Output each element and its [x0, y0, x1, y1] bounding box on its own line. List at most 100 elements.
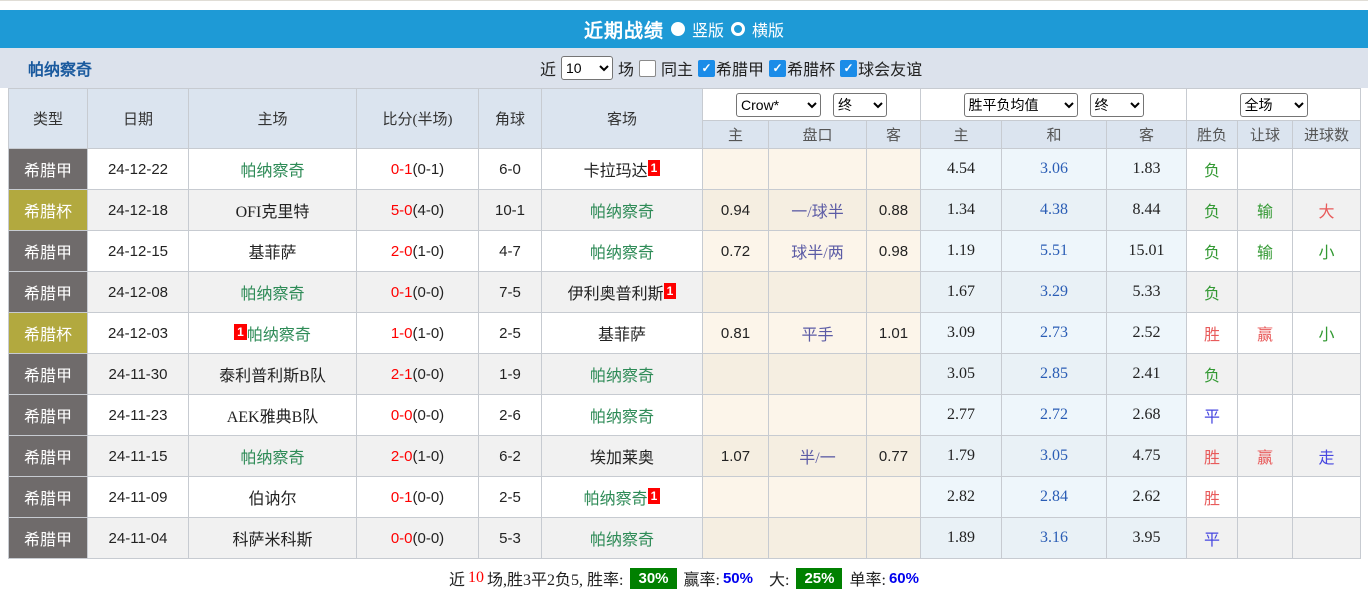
score-cell: 2-0(1-0) — [357, 436, 479, 477]
team-name[interactable]: 帕纳察奇 — [590, 368, 654, 385]
vertical-layout-label[interactable]: 竖版 — [692, 17, 724, 41]
table-row: 希腊甲24-12-22帕纳察奇0-1(0-1)6-0卡拉玛达14.543.061… — [9, 149, 1361, 190]
avg-away-odds-cell: 1.83 — [1107, 149, 1187, 190]
horizontal-layout-radio[interactable] — [731, 22, 745, 36]
goals-result-cell — [1293, 149, 1361, 190]
handicap-cell: 半/一 — [769, 436, 867, 477]
avg-home-odds-cell: 2.77 — [921, 395, 1002, 436]
crow-home-odds-cell — [703, 477, 769, 518]
team-name[interactable]: 帕纳察奇 — [240, 286, 304, 303]
league-filter-label: 希腊甲 — [716, 56, 764, 80]
league-checkbox[interactable]: ✓ — [840, 60, 857, 77]
league-checkbox[interactable]: ✓ — [769, 60, 786, 77]
team-name[interactable]: AEK雅典B队 — [227, 409, 319, 426]
league-cell: 希腊甲 — [9, 231, 88, 272]
score-cell: 2-0(1-0) — [357, 231, 479, 272]
corner-cell: 7-5 — [479, 272, 542, 313]
score-cell: 2-1(0-0) — [357, 354, 479, 395]
goals-result-cell: 大 — [1293, 190, 1361, 231]
handicap-result-cell — [1238, 477, 1293, 518]
matches-label: 场 — [618, 56, 634, 80]
header-corner: 角球 — [479, 89, 542, 149]
league-filter-label: 球会友谊 — [858, 56, 922, 80]
team-name[interactable]: OFI克里特 — [236, 204, 310, 221]
team-name[interactable]: 伯讷尔 — [248, 491, 296, 508]
avg-away-odds-cell: 2.52 — [1107, 313, 1187, 354]
team-name[interactable]: 帕纳察奇 — [584, 491, 648, 508]
team-name[interactable]: 帕纳察奇 — [590, 532, 654, 549]
goals-result-cell — [1293, 272, 1361, 313]
date-cell: 24-11-15 — [88, 436, 189, 477]
recent-count-select[interactable]: 10 — [561, 56, 613, 80]
team-name[interactable]: 伊利奥普利斯 — [568, 286, 664, 303]
team-name[interactable]: 卡拉玛达 — [584, 163, 648, 180]
table-row: 希腊甲24-11-15帕纳察奇2-0(1-0)6-2埃加莱奥1.07半/一0.7… — [9, 436, 1361, 477]
scope-select[interactable]: 全场 — [1240, 93, 1308, 117]
league-cell: 希腊甲 — [9, 518, 88, 559]
handicap-result-cell — [1238, 518, 1293, 559]
handicap-cell — [769, 477, 867, 518]
filter-controls: 近 10 场 同主 ✓希腊甲✓希腊杯✓球会友谊 — [540, 56, 922, 80]
crow-away-odds-cell — [867, 395, 921, 436]
handicap-result-cell — [1238, 354, 1293, 395]
filter-bar: 帕纳察奇 近 10 场 同主 ✓希腊甲✓希腊杯✓球会友谊 — [0, 48, 1368, 88]
avg-draw-odds-cell: 3.05 — [1002, 436, 1107, 477]
header-score: 比分(半场) — [357, 89, 479, 149]
avg-away-odds-cell: 3.95 — [1107, 518, 1187, 559]
avg-time-select[interactable]: 终 — [1090, 93, 1144, 117]
recent-results-panel: 近期战绩 竖版 横版 帕纳察奇 近 10 场 同主 ✓希腊甲✓希腊杯✓球会友谊 … — [0, 0, 1368, 596]
avg-home-odds-cell: 1.34 — [921, 190, 1002, 231]
handicap-cell — [769, 354, 867, 395]
odds-time-select[interactable]: 终 — [833, 93, 887, 117]
home-team-cell: 科萨米科斯 — [189, 518, 357, 559]
odd-rate-label: 单率: — [849, 566, 885, 590]
team-name[interactable]: 泰利普利斯B队 — [219, 368, 326, 385]
handicap-result-cell — [1238, 395, 1293, 436]
crow-home-odds-cell: 0.72 — [703, 231, 769, 272]
corner-cell: 6-0 — [479, 149, 542, 190]
away-team-cell: 基菲萨 — [542, 313, 703, 354]
home-team-cell: OFI克里特 — [189, 190, 357, 231]
date-cell: 24-11-23 — [88, 395, 189, 436]
team-name[interactable]: 帕纳察奇 — [590, 204, 654, 221]
handicap-result-cell — [1238, 272, 1293, 313]
subheader-avg-draw: 和 — [1002, 121, 1107, 149]
team-name[interactable]: 帕纳察奇 — [590, 409, 654, 426]
vertical-layout-radio[interactable] — [671, 22, 685, 36]
odds-source-select[interactable]: Crow* — [736, 93, 821, 117]
league-checkbox[interactable]: ✓ — [698, 60, 715, 77]
score-cell: 0-0(0-0) — [357, 518, 479, 559]
team-name[interactable]: 科萨米科斯 — [232, 532, 312, 549]
team-name[interactable]: 帕纳察奇 — [590, 245, 654, 262]
handicap-result-cell: 赢 — [1238, 436, 1293, 477]
team-name[interactable]: 帕纳察奇 — [240, 450, 304, 467]
home-team-cell: 泰利普利斯B队 — [189, 354, 357, 395]
away-team-cell: 帕纳察奇1 — [542, 477, 703, 518]
team-name[interactable]: 帕纳察奇 — [247, 327, 311, 344]
avg-draw-odds-cell: 3.06 — [1002, 149, 1107, 190]
team-name[interactable]: 基菲萨 — [598, 327, 646, 344]
avg-odds-select[interactable]: 胜平负均值 — [964, 93, 1078, 117]
subheader-crow-home: 主 — [703, 121, 769, 149]
crow-home-odds-cell — [703, 272, 769, 313]
avg-home-odds-cell: 2.82 — [921, 477, 1002, 518]
team-name[interactable]: 帕纳察奇 — [240, 163, 304, 180]
away-team-cell: 帕纳察奇 — [542, 395, 703, 436]
scope-header: 全场 — [1187, 89, 1361, 121]
red-1-badge: 1 — [664, 283, 677, 299]
league-cell: 希腊甲 — [9, 436, 88, 477]
away-team-cell: 伊利奥普利斯1 — [542, 272, 703, 313]
horizontal-layout-label[interactable]: 横版 — [752, 17, 784, 41]
crow-away-odds-cell — [867, 354, 921, 395]
goals-result-cell: 小 — [1293, 313, 1361, 354]
team-name[interactable]: 埃加莱奥 — [590, 450, 654, 467]
wdl-result-cell: 胜 — [1187, 436, 1238, 477]
corner-cell: 5-3 — [479, 518, 542, 559]
team-name[interactable]: 基菲萨 — [248, 245, 296, 262]
date-cell: 24-11-30 — [88, 354, 189, 395]
handicap-cell: 球半/两 — [769, 231, 867, 272]
same-home-checkbox[interactable] — [639, 60, 656, 77]
crow-away-odds-cell — [867, 272, 921, 313]
crow-home-odds-cell: 0.81 — [703, 313, 769, 354]
goals-result-cell — [1293, 395, 1361, 436]
